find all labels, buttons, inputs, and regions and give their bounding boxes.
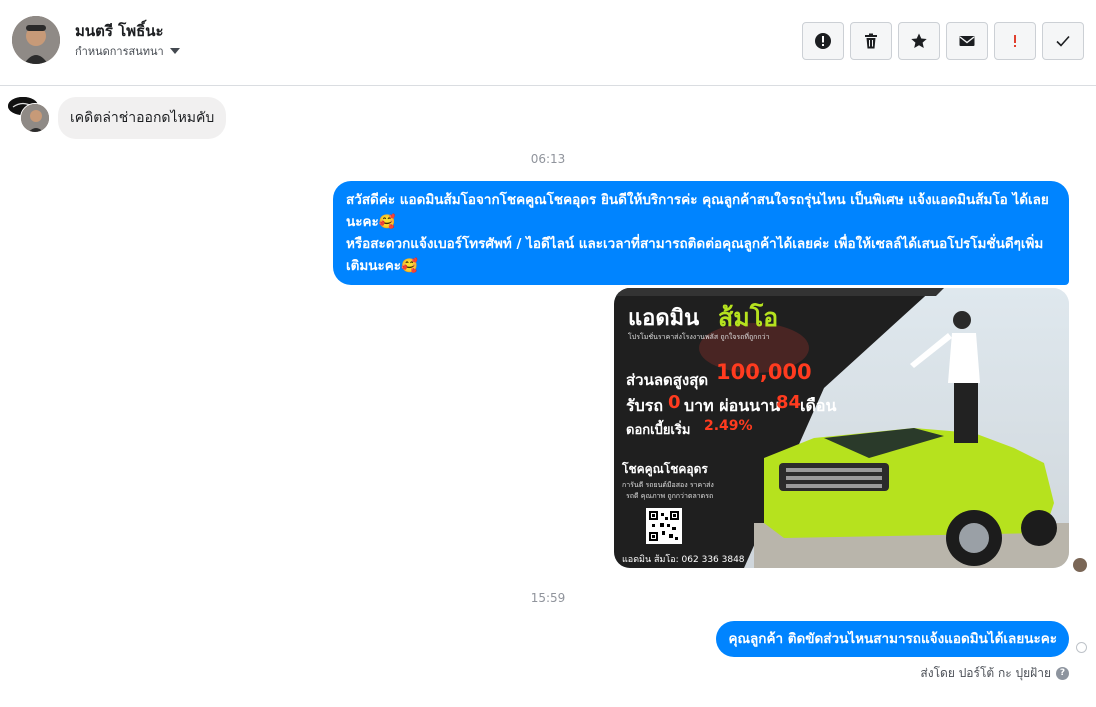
contact-name[interactable]: มนตรี โพธิ์นะ — [75, 19, 164, 43]
ad-dealer-line2: รถดี คุณภาพ ถูกกว่าตลาดรถ — [626, 492, 714, 500]
ad-discount-value: 100,000 — [716, 360, 812, 384]
ad-interest-value: 2.49% — [704, 418, 753, 434]
conversation-header: มนตรี โพธิ์นะ กำหนดการสนทนา — [0, 0, 1096, 86]
message-text: สวัสดีค่ะ แอดมินส้มโอจากโชคคูณโชคอุดร ยิ… — [346, 192, 1049, 274]
qr-code-icon — [646, 508, 682, 544]
chevron-down-icon — [169, 48, 180, 54]
star-icon — [911, 33, 927, 48]
timestamp: 06:13 — [530, 152, 566, 166]
ad-discount-label: ส่วนลดสูงสุด — [626, 371, 709, 389]
ad-title-1: แอดมิน — [628, 306, 700, 331]
conversation-toolbar — [802, 22, 1084, 60]
sender-avatar[interactable] — [20, 103, 50, 133]
ad-tagline: โปรโมชั่นราคาส่งโรงงานพลัส ถูกใจรถที่ถูก… — [628, 333, 770, 341]
ad-dealer-name: โชคคูณโชคอุดร — [622, 462, 708, 476]
seen-avatar — [1073, 558, 1087, 572]
ad-down-unit: บาท ผ่อนนาน — [684, 396, 781, 415]
alert-circle-icon — [815, 33, 831, 49]
check-icon — [1056, 35, 1070, 47]
ad-dealer-line1: การันตี รถยนต์มือสอง ราคาส่ง — [622, 481, 714, 489]
mark-done-button[interactable] — [1042, 22, 1084, 60]
promo-image[interactable]: แอดมิน ส้มโอ โปรโมชั่นราคาส่งโรงงานพลัส … — [614, 288, 1069, 568]
exclamation-icon — [1014, 35, 1016, 47]
envelope-icon — [959, 36, 975, 46]
outgoing-message[interactable]: คุณลูกค้า ติดขัดส่วนไหนสามารถแจ้งแอดมินไ… — [716, 621, 1069, 657]
ad-down-label: รับรถ — [626, 396, 664, 415]
trash-icon — [865, 33, 877, 49]
sent-by-text: ส่งโดย ปอร์โต้ กะ ปุยฝ้าย — [920, 666, 1051, 680]
ad-months-value: 84 — [776, 392, 802, 413]
outgoing-message[interactable]: สวัสดีค่ะ แอดมินส้มโอจากโชคคูณโชคอุดร ยิ… — [333, 181, 1069, 285]
ad-down-value: 0 — [668, 392, 681, 413]
delete-button[interactable] — [850, 22, 892, 60]
sent-check-icon — [1076, 642, 1087, 653]
report-spam-button[interactable] — [802, 22, 844, 60]
assign-label: กำหนดการสนทนา — [75, 45, 164, 58]
contact-avatar[interactable] — [12, 16, 60, 64]
mark-unread-button[interactable] — [946, 22, 988, 60]
ad-months-unit: เดือน — [800, 396, 837, 415]
ad-contact: แอดมิน ส้มโอ: 062 336 3848 — [622, 555, 745, 565]
question-icon[interactable]: ? — [1056, 667, 1069, 680]
ad-interest-label: ดอกเบี้ยเริ่ม — [626, 423, 691, 438]
sent-by-label: ส่งโดย ปอร์โต้ กะ ปุยฝ้าย ? — [920, 664, 1069, 683]
timestamp: 15:59 — [530, 591, 566, 605]
incoming-message[interactable]: เคดิตล่าช่าออกดไหมคับ — [58, 97, 227, 139]
follow-up-button[interactable] — [994, 22, 1036, 60]
assign-conversation-dropdown[interactable]: กำหนดการสนทนา — [75, 42, 180, 60]
star-button[interactable] — [898, 22, 940, 60]
